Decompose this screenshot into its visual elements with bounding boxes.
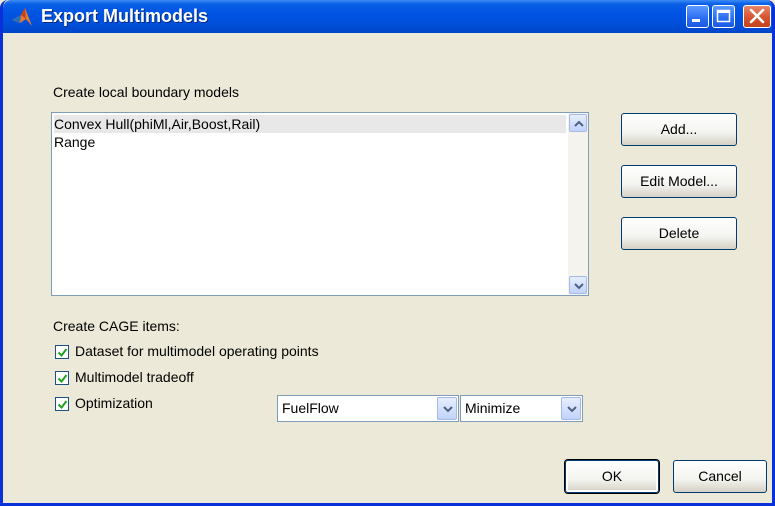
checkmark-icon xyxy=(57,374,68,384)
close-icon xyxy=(744,8,770,31)
ok-button[interactable]: OK xyxy=(565,460,659,493)
dataset-checkbox[interactable] xyxy=(55,345,69,359)
boundary-models-list[interactable]: Convex Hull(phiMl,Air,Boost,Rail) Range xyxy=(51,112,589,296)
scroll-up-button[interactable] xyxy=(569,114,587,132)
objective-dropdown-button[interactable] xyxy=(437,397,457,420)
cage-items-heading: Create CAGE items: xyxy=(53,318,180,334)
title-bar[interactable]: Export Multimodels xyxy=(3,0,772,33)
edit-model-button[interactable]: Edit Model... xyxy=(621,165,737,198)
delete-button[interactable]: Delete xyxy=(621,217,737,250)
list-item[interactable]: Range xyxy=(54,133,95,151)
scroll-down-button[interactable] xyxy=(569,276,587,294)
matlab-icon xyxy=(11,6,33,28)
objective-value: FuelFlow xyxy=(282,400,339,416)
minimize-icon xyxy=(687,14,708,31)
export-multimodels-dialog: Export Multimodels Create local boundary… xyxy=(0,0,775,506)
minimize-button[interactable] xyxy=(686,5,709,28)
boundary-models-heading: Create local boundary models xyxy=(53,84,239,100)
optimization-checkbox[interactable] xyxy=(55,397,69,411)
list-scrollbar[interactable] xyxy=(568,113,588,295)
optimization-label[interactable]: Optimization xyxy=(75,395,153,411)
maximize-button[interactable] xyxy=(712,5,735,28)
window-title: Export Multimodels xyxy=(41,6,209,26)
direction-dropdown-button[interactable] xyxy=(561,397,581,420)
close-button[interactable] xyxy=(743,5,771,28)
list-item[interactable]: Convex Hull(phiMl,Air,Boost,Rail) xyxy=(54,115,566,133)
add-button[interactable]: Add... xyxy=(621,113,737,146)
maximize-icon xyxy=(713,9,734,31)
tradeoff-label[interactable]: Multimodel tradeoff xyxy=(75,369,194,385)
checkmark-icon xyxy=(57,400,68,410)
tradeoff-checkbox[interactable] xyxy=(55,371,69,385)
checkmark-icon xyxy=(57,348,68,358)
cancel-button[interactable]: Cancel xyxy=(673,460,767,493)
direction-select[interactable]: Minimize xyxy=(460,395,583,422)
objective-select[interactable]: FuelFlow xyxy=(277,395,459,422)
direction-value: Minimize xyxy=(465,400,521,416)
dataset-label[interactable]: Dataset for multimodel operating points xyxy=(75,343,319,359)
